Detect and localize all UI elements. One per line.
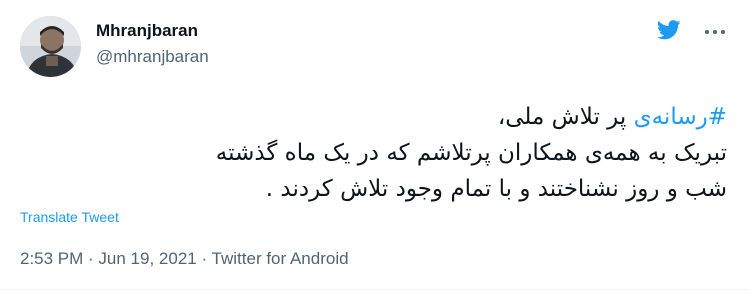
twitter-bird-icon[interactable]	[657, 20, 681, 40]
meta-separator-2: ·	[196, 249, 212, 268]
tweet-card: Mhranjbaran @mhranjbaran #رسانه‌ی پر تلا…	[0, 0, 749, 294]
more-horizontal-icon[interactable]	[702, 20, 728, 44]
tweet-date[interactable]: Jun 19, 2021	[98, 249, 196, 268]
tweet-source[interactable]: Twitter for Android	[212, 249, 349, 268]
translate-tweet-link[interactable]: Translate Tweet	[20, 209, 119, 225]
avatar[interactable]	[20, 16, 81, 77]
tweet-time[interactable]: 2:53 PM	[20, 249, 83, 268]
tweet-line-2: تبریک به همه‌ی همکاران پرتلاشم که در یک …	[215, 140, 727, 166]
user-handle[interactable]: @mhranjbaran	[96, 47, 209, 67]
hashtag-link[interactable]: #رسانه‌ی	[634, 104, 727, 130]
display-name[interactable]: Mhranjbaran	[96, 21, 198, 41]
tweet-text: #رسانه‌ی پر تلاش ملی، تبریک به همه‌ی همک…	[67, 99, 727, 207]
tweet-line-3: شب و روز نشناختند و با تمام وجود تلاش کر…	[265, 176, 727, 202]
avatar-image	[20, 16, 81, 77]
tweet-metadata: 2:53 PM · Jun 19, 2021 · Twitter for And…	[20, 249, 349, 269]
tweet-line-1-text: پر تلاش ملی،	[497, 104, 634, 130]
meta-separator: ·	[83, 249, 99, 268]
tweet-line-1: #رسانه‌ی پر تلاش ملی،	[67, 99, 727, 135]
divider	[0, 289, 749, 290]
